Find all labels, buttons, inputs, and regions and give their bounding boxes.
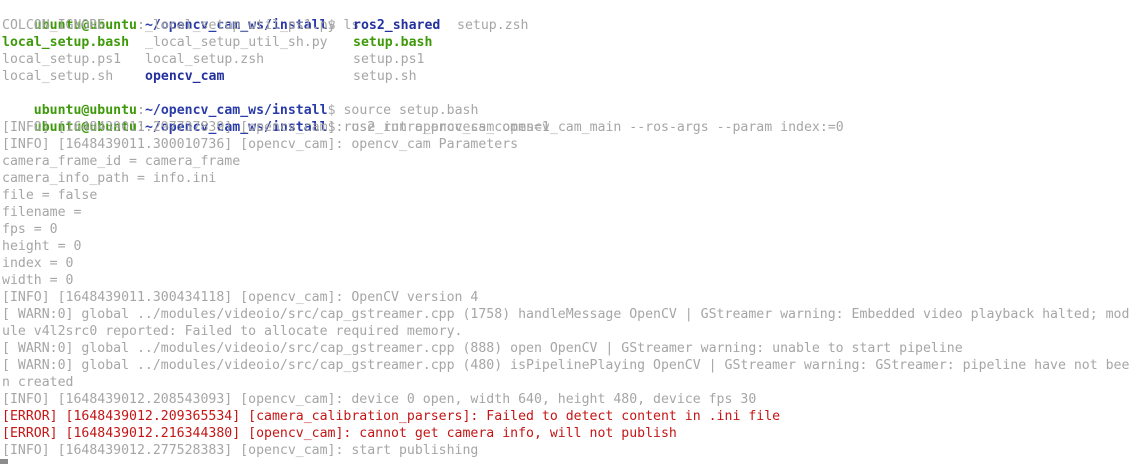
terminal-window[interactable]: ubuntu@ubuntu:~/opencv_cam_ws/install$ l… bbox=[0, 0, 1139, 464]
prompt-line-run: ubuntu@ubuntu:~/opencv_cam_ws/install$ r… bbox=[2, 102, 844, 135]
ls-entry-file: local_setup.sh bbox=[2, 69, 114, 84]
ls-entry-file: _local_setup_util_ps1.py bbox=[145, 18, 336, 33]
log-line: file = false bbox=[2, 188, 98, 203]
ls-entry-file: _local_setup_util_sh.py bbox=[145, 35, 328, 50]
log-line: [INFO] [1648439011.300010736] [opencv_ca… bbox=[2, 137, 519, 152]
ls-entry-file: local_setup.zsh bbox=[145, 52, 265, 67]
terminal-cursor bbox=[0, 459, 8, 464]
log-line: filename = bbox=[2, 205, 82, 220]
ls-entry-file: setup.sh bbox=[353, 69, 417, 84]
ls-entry-file: local_setup.ps1 bbox=[2, 52, 122, 67]
ls-entry-directory: opencv_cam bbox=[145, 69, 225, 84]
log-line: camera_frame_id = camera_frame bbox=[2, 154, 241, 169]
warning-line: n created bbox=[2, 375, 74, 390]
warning-line: [ WARN:0] global ../modules/videoio/src/… bbox=[2, 358, 1130, 373]
ls-output-row: COLCON_IGNORE _local_setup_util_ps1.py r… bbox=[2, 17, 528, 34]
error-line: [ERROR] [1648439012.216344380] [opencv_c… bbox=[2, 426, 677, 441]
warning-line: [ WARN:0] global ../modules/videoio/src/… bbox=[2, 307, 1130, 322]
prompt-line-ls: ubuntu@ubuntu:~/opencv_cam_ws/install$ l… bbox=[2, 0, 360, 33]
ls-entry-executable: local_setup.bash bbox=[2, 35, 130, 50]
prompt-line-source: ubuntu@ubuntu:~/opencv_cam_ws/install$ s… bbox=[2, 85, 479, 118]
ls-entry-file: COLCON_IGNORE bbox=[2, 18, 106, 33]
log-line: [INFO] [1648439012.277528383] [opencv_ca… bbox=[2, 443, 479, 458]
log-line: [INFO] [1648439012.208543093] [opencv_ca… bbox=[2, 392, 757, 407]
log-line: index = 0 bbox=[2, 256, 74, 271]
log-line: [INFO] [1648439011.297737839] [opencv_ca… bbox=[2, 120, 550, 135]
log-line: [INFO] [1648439011.300434118] [opencv_ca… bbox=[2, 290, 479, 305]
error-line: [ERROR] [1648439012.209365534] [camera_c… bbox=[2, 409, 781, 424]
ls-output-row: local_setup.sh opencv_cam setup.sh bbox=[2, 68, 417, 85]
log-line: camera_info_path = info.ini bbox=[2, 171, 217, 186]
ls-entry-file: setup.zsh bbox=[457, 18, 529, 33]
ls-output-row: local_setup.bash _local_setup_util_sh.py… bbox=[2, 34, 432, 51]
ls-entry-directory: ros2_shared bbox=[353, 18, 441, 33]
log-line: fps = 0 bbox=[2, 222, 58, 237]
ls-entry-file: setup.ps1 bbox=[353, 52, 425, 67]
log-line: width = 0 bbox=[2, 273, 74, 288]
warning-line: [ WARN:0] global ../modules/videoio/src/… bbox=[2, 341, 963, 356]
warning-line: ule v4l2src0 reported: Failed to allocat… bbox=[2, 324, 463, 339]
ls-entry-executable: setup.bash bbox=[353, 35, 433, 50]
ls-output-row: local_setup.ps1 local_setup.zsh setup.ps… bbox=[2, 51, 424, 68]
log-line: height = 0 bbox=[2, 239, 82, 254]
prompt-separator: : bbox=[136, 18, 145, 33]
